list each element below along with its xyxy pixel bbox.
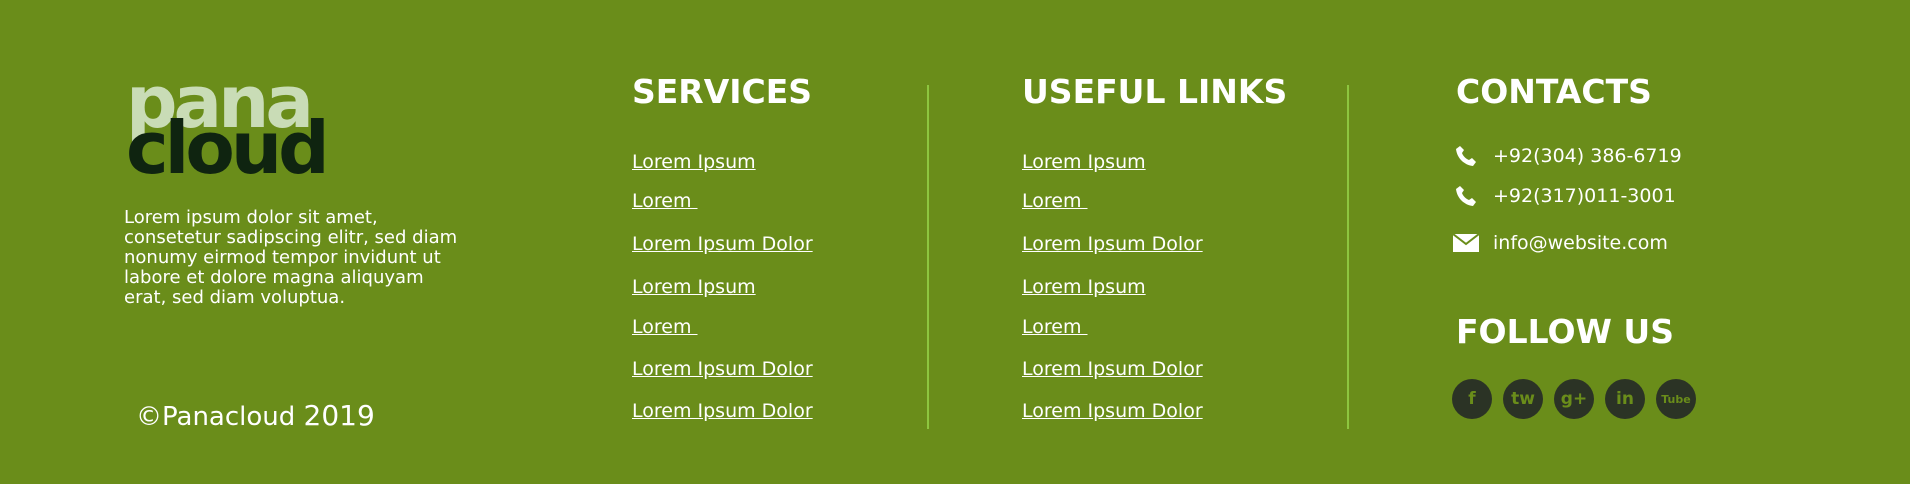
- services-title: SERVICES: [632, 72, 813, 111]
- follow-us-title: FOLLOW US: [1456, 312, 1674, 351]
- contacts-title: CONTACTS: [1456, 72, 1652, 111]
- about-text: Lorem ipsum dolor sit amet, consetetur s…: [124, 207, 458, 308]
- services-link[interactable]: Lorem: [632, 189, 698, 213]
- copyright: ©Panacloud 2019: [136, 400, 375, 433]
- services-link[interactable]: Lorem Ipsum Dolor: [632, 232, 813, 256]
- services-link[interactable]: Lorem Ipsum Dolor: [632, 357, 813, 381]
- column-divider: [1347, 85, 1349, 429]
- useful-link[interactable]: Lorem: [1022, 315, 1088, 339]
- useful-link[interactable]: Lorem Ipsum Dolor: [1022, 232, 1203, 256]
- logo-bottom-text: cloud: [126, 106, 330, 190]
- phone-icon: [1453, 184, 1479, 208]
- google-plus-icon[interactable]: g+: [1554, 379, 1594, 419]
- envelope-icon: [1453, 231, 1479, 255]
- useful-link[interactable]: Lorem: [1022, 189, 1088, 213]
- phone-row[interactable]: +92(304) 386-6719: [1453, 142, 1682, 170]
- email-address: info@website.com: [1493, 232, 1668, 254]
- social-links: f tw g+ in Tube: [1452, 379, 1707, 419]
- linkedin-icon[interactable]: in: [1605, 379, 1645, 419]
- twitter-icon[interactable]: tw: [1503, 379, 1543, 419]
- copyright-label: ©Panacloud: [136, 402, 296, 432]
- panacloud-logo[interactable]: pana cloud: [126, 66, 346, 190]
- column-divider: [927, 85, 929, 429]
- useful-link[interactable]: Lorem Ipsum: [1022, 150, 1146, 174]
- services-link[interactable]: Lorem Ipsum Dolor: [632, 399, 813, 423]
- useful-link[interactable]: Lorem Ipsum Dolor: [1022, 357, 1203, 381]
- phone-row[interactable]: +92(317)011-3001: [1453, 182, 1676, 210]
- phone-number: +92(304) 386-6719: [1493, 145, 1682, 167]
- phone-icon: [1453, 144, 1479, 168]
- email-row[interactable]: info@website.com: [1453, 229, 1668, 257]
- facebook-icon[interactable]: f: [1452, 379, 1492, 419]
- phone-number: +92(317)011-3001: [1493, 185, 1676, 207]
- youtube-icon[interactable]: Tube: [1656, 379, 1696, 419]
- services-link[interactable]: Lorem: [632, 315, 698, 339]
- useful-link[interactable]: Lorem Ipsum: [1022, 275, 1146, 299]
- services-link[interactable]: Lorem Ipsum: [632, 150, 756, 174]
- services-link[interactable]: Lorem Ipsum: [632, 275, 756, 299]
- useful-links-title: USEFUL LINKS: [1022, 72, 1288, 111]
- copyright-year: 2019: [303, 399, 375, 432]
- useful-link[interactable]: Lorem Ipsum Dolor: [1022, 399, 1203, 423]
